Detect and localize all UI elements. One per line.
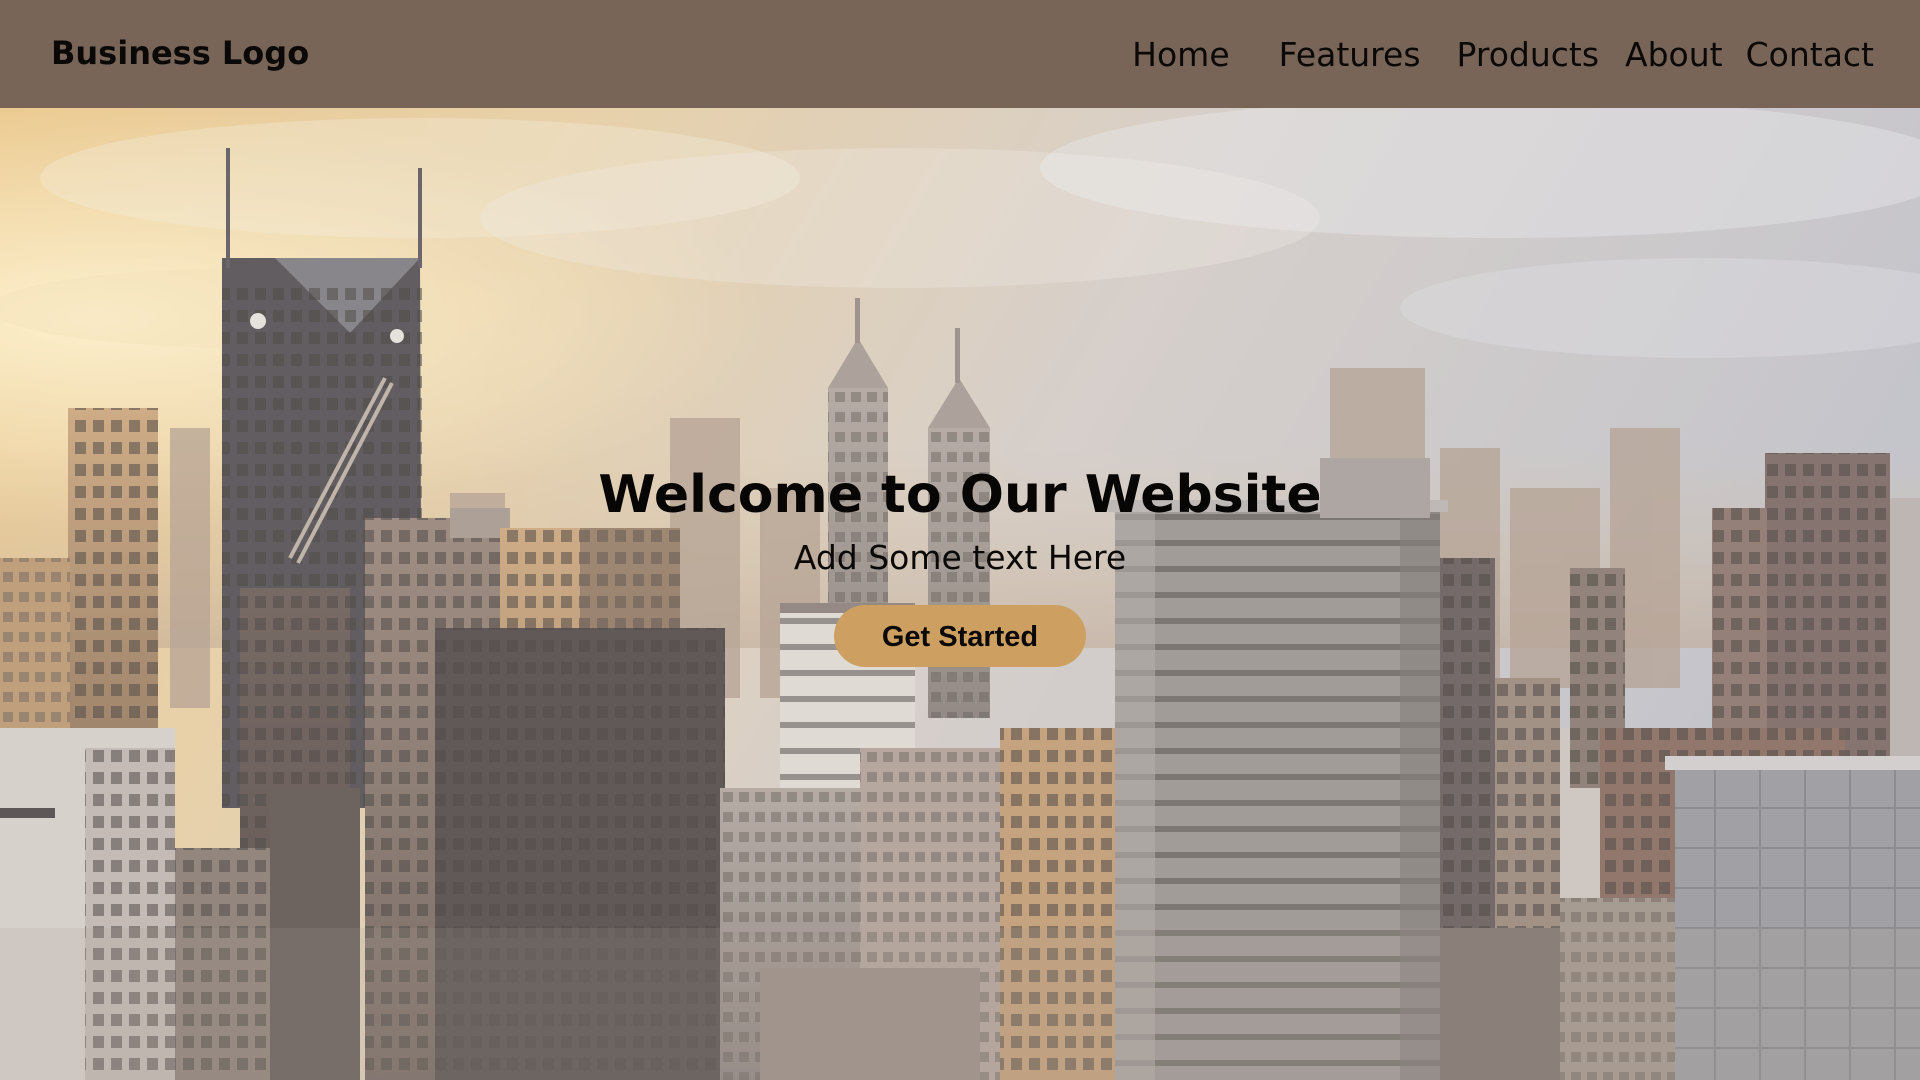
main-nav: Home Features Products About Contact: [1132, 34, 1874, 74]
landing-page: Business Logo Home Features Products Abo…: [0, 0, 1920, 1080]
top-navigation-bar: Business Logo Home Features Products Abo…: [0, 0, 1920, 108]
hero-content: Welcome to Our Website Add Some text Her…: [0, 463, 1920, 667]
get-started-button[interactable]: Get Started: [834, 605, 1086, 667]
hero-subtitle: Add Some text Here: [793, 538, 1127, 577]
hero-title: Welcome to Our Website: [598, 465, 1322, 525]
hero-section: Welcome to Our Website Add Some text Her…: [0, 108, 1920, 1080]
nav-products-link[interactable]: Products: [1457, 35, 1600, 74]
nav-about-link[interactable]: About: [1625, 35, 1723, 74]
nav-home-link[interactable]: Home: [1132, 35, 1229, 74]
nav-contact-link[interactable]: Contact: [1746, 35, 1874, 74]
nav-features-link[interactable]: Features: [1279, 35, 1421, 74]
business-logo[interactable]: Business Logo: [51, 34, 309, 72]
